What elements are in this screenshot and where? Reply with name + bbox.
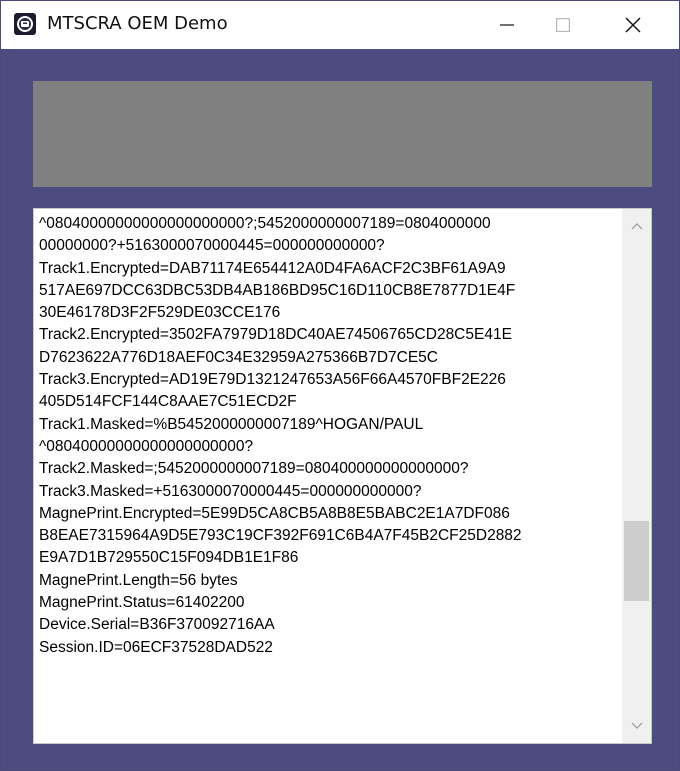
maximize-icon — [556, 18, 570, 32]
output-line: Track1.Masked=%B5452000000007189^HOGAN/P… — [39, 415, 424, 433]
output-line: D7623622A776D18AEF0C34E32959A275366B7D7C… — [39, 348, 438, 366]
output-line: 30E46178D3F2F529DE03CCE176 — [39, 304, 281, 322]
status-panel — [33, 81, 652, 187]
output-line: ^08040000000000000000000? — [39, 437, 254, 455]
output-line: Track3.Masked=+5163000070000445=00000000… — [39, 482, 422, 500]
app-window: MTSCRA OEM Demo ^08040000000000000000000… — [0, 0, 680, 771]
output-line: Track2.Masked=;5452000000007189=08040000… — [39, 460, 469, 478]
output-line: 405D514FCF144C8AAE7C51ECD2F — [39, 393, 297, 411]
output-line: Track2.Encrypted=3502FA7979D18DC40AE7450… — [39, 326, 512, 344]
chevron-down-icon — [631, 722, 642, 729]
output-line: E9A7D1B729550C15F094DB1E1F86 — [39, 549, 299, 567]
close-icon — [625, 17, 641, 33]
output-line: 517AE697DCC63DBC53DB4AB186BD95C16D110CB8… — [39, 281, 516, 299]
output-line: MagnePrint.Encrypted=5E99D5CA8CB5A8B8E5B… — [39, 504, 510, 522]
window-title: MTSCRA OEM Demo — [47, 13, 228, 34]
output-line: MagnePrint.Length=56 bytes — [39, 571, 238, 589]
magtek-app-icon — [14, 13, 36, 35]
vertical-scrollbar[interactable] — [622, 209, 651, 743]
output-text: ^08040000000000000000000?;54520000000071… — [39, 213, 623, 659]
title-bar[interactable]: MTSCRA OEM Demo — [1, 1, 679, 49]
output-line: ^08040000000000000000000?;54520000000071… — [39, 215, 491, 232]
maximize-button[interactable] — [535, 1, 591, 49]
chevron-up-icon — [631, 223, 642, 230]
output-line: 00000000?+5163000070000445=000000000000? — [39, 237, 385, 255]
output-line: Track3.Encrypted=AD19E79D1321247653A56F6… — [39, 371, 506, 389]
output-line: Track1.Encrypted=DAB71174E654412A0D4FA6A… — [39, 259, 506, 277]
minimize-icon — [500, 24, 514, 26]
output-textbox[interactable]: ^08040000000000000000000?;54520000000071… — [33, 208, 652, 744]
scroll-thumb[interactable] — [624, 520, 649, 601]
minimize-button[interactable] — [479, 1, 535, 49]
close-button[interactable] — [605, 1, 661, 49]
output-line: MagnePrint.Status=61402200 — [39, 594, 245, 612]
scroll-up-button[interactable] — [622, 209, 651, 243]
output-line: Device.Serial=B36F370092716AA — [39, 616, 275, 634]
output-line: B8EAE7315964A9D5E793C19CF392F691C6B4A7F4… — [39, 527, 522, 545]
scroll-down-button[interactable] — [622, 709, 651, 743]
output-line: Session.ID=06ECF37528DAD522 — [39, 638, 273, 656]
